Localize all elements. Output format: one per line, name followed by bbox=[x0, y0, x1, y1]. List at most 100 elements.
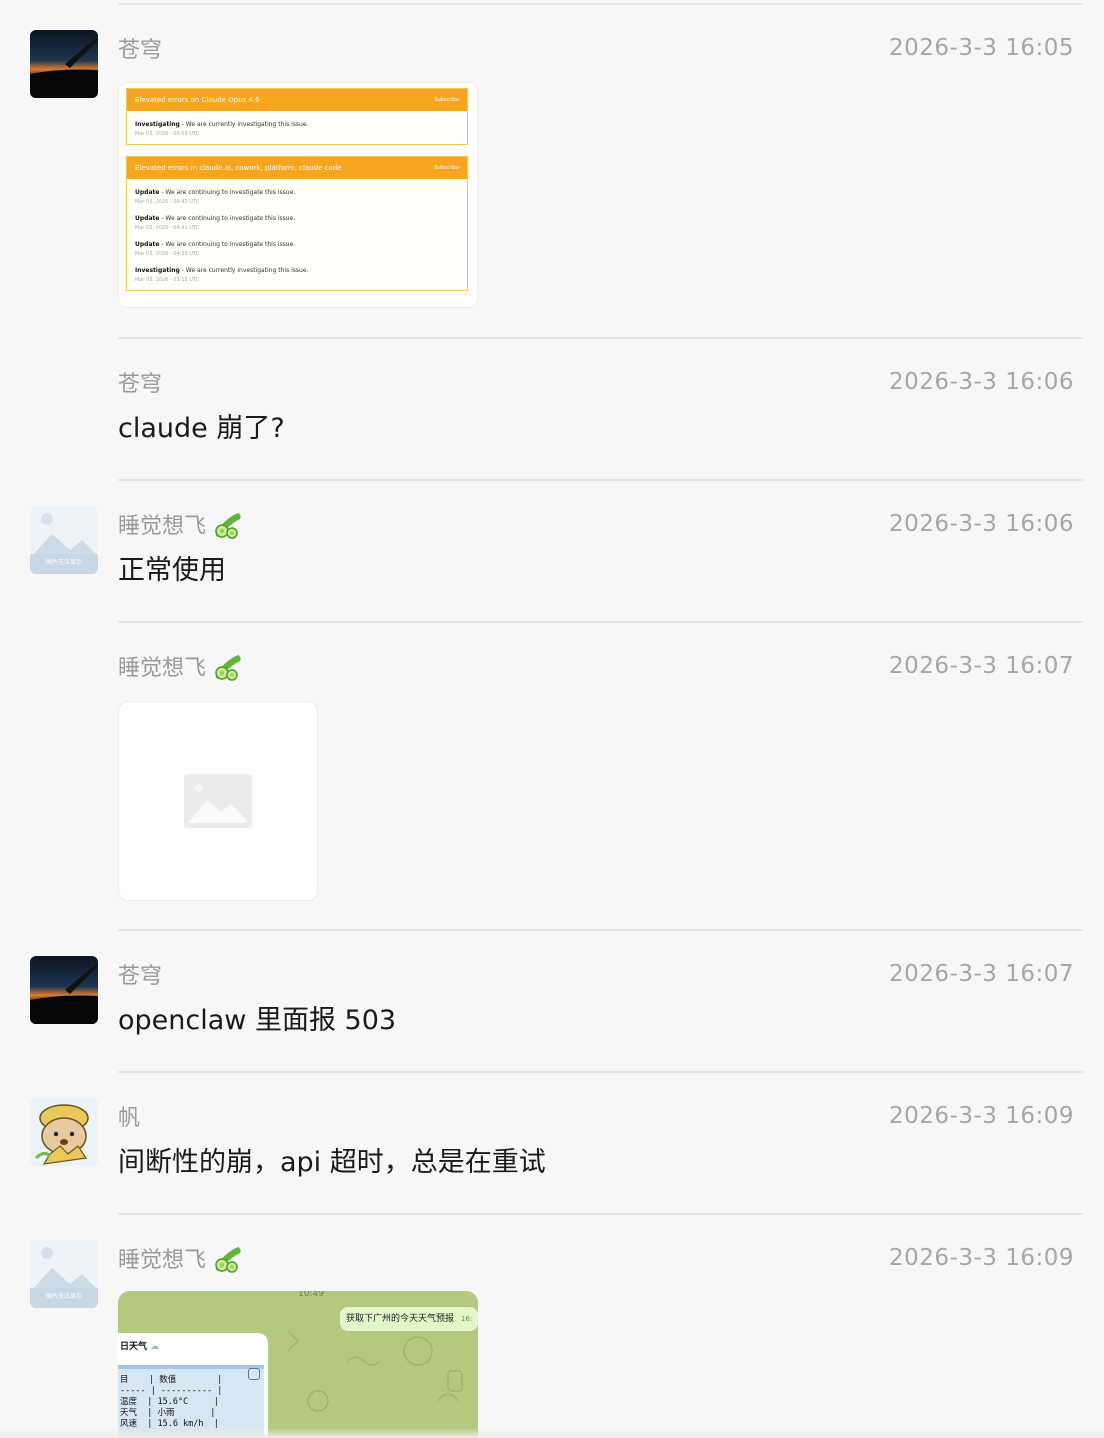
sunset-avatar-image bbox=[30, 956, 98, 1024]
incident-update: Update - We are continuing to investigat… bbox=[135, 214, 459, 232]
placeholder-caption: 图片无法显示 bbox=[46, 558, 82, 566]
incident-date: Mar 03, 2026 - 04:39 UTC bbox=[135, 251, 200, 257]
sender-name: 苍穹 bbox=[118, 958, 162, 990]
message-timestamp: 2026-3-3 16:05 bbox=[889, 35, 1074, 61]
message-divider bbox=[118, 621, 1083, 623]
incident-update-line: Update - We are continuing to investigat… bbox=[135, 214, 459, 224]
sender-name-text: 睡觉想飞 bbox=[118, 1248, 207, 1273]
table-rule: ----- | ---------- | bbox=[120, 1386, 223, 1396]
incident-card-1: Elevated errors on Claude Opus 4.6 Subsc… bbox=[126, 88, 468, 145]
incident-status: Investigating bbox=[135, 267, 180, 274]
incident-date: Mar 03, 2026 - 06:59 UTC bbox=[135, 131, 200, 137]
incident-update-line: Investigating - We are currently investi… bbox=[135, 120, 459, 130]
incident-update: Investigating - We are currently investi… bbox=[135, 120, 459, 138]
incident-date: Mar 03, 2026 - 03:15 UTC bbox=[135, 277, 200, 283]
image-placeholder-icon: 图片无法显示 bbox=[30, 1240, 98, 1308]
incident-update: Investigating - We are currently investi… bbox=[135, 266, 459, 284]
message-timestamp: 2026-3-3 16:06 bbox=[889, 369, 1074, 395]
message-timestamp: 2026-3-3 16:09 bbox=[889, 1103, 1074, 1129]
subscribe-link: Subscribe bbox=[434, 97, 459, 103]
avatar-cangqiong[interactable] bbox=[30, 956, 98, 1024]
incident-status: Update bbox=[135, 189, 160, 196]
avatar-placeholder[interactable]: 图片无法显示 bbox=[30, 506, 98, 574]
sunset-avatar-image bbox=[30, 30, 98, 98]
avatar-placeholder[interactable]: 图片无法显示 bbox=[30, 1240, 98, 1308]
incident-update-line: Update - We are continuing to investigat… bbox=[135, 188, 459, 198]
sender-name: 苍穹 bbox=[118, 366, 162, 398]
incident-header: Elevated errors in claude.ai, cowork, pl… bbox=[127, 157, 467, 179]
bottom-fade bbox=[0, 1428, 1104, 1438]
image-attachment-placeholder[interactable] bbox=[118, 701, 318, 901]
table-header: 目 | 数值 | bbox=[120, 1375, 223, 1385]
sender-name: 帆 bbox=[118, 1100, 140, 1132]
message-divider bbox=[118, 337, 1083, 339]
message-timestamp: 2026-3-3 16:07 bbox=[889, 961, 1074, 987]
incident-body: Update - We are continuing to investigat… bbox=[127, 179, 467, 290]
image-placeholder-icon: 图片无法显示 bbox=[30, 506, 98, 574]
message-divider bbox=[118, 1213, 1083, 1215]
weather-screenshot-image[interactable]: 10:49 获取下广州的今天天气预报 16: 日天气 ☁ 目 | 数值 | ---… bbox=[118, 1291, 478, 1438]
message-divider bbox=[118, 3, 1083, 5]
bubble-text: 获取下广州的今天天气预报 bbox=[346, 1314, 455, 1324]
message-text[interactable]: claude 崩了? bbox=[118, 409, 285, 449]
cucumber-icon bbox=[215, 655, 241, 681]
incident-card-2: Elevated errors in claude.ai, cowork, pl… bbox=[126, 156, 468, 291]
incident-header: Elevated errors on Claude Opus 4.6 Subsc… bbox=[127, 89, 467, 111]
sender-name: 苍穹 bbox=[118, 32, 162, 64]
screenshot-clock: 10:49 bbox=[298, 1291, 324, 1299]
weather-card-title: 日天气 ☁ bbox=[120, 1339, 159, 1352]
incident-update: Update - We are continuing to investigat… bbox=[135, 240, 459, 258]
sender-name: 睡觉想飞 bbox=[118, 508, 244, 540]
message-divider bbox=[118, 1071, 1083, 1073]
avatar-cangqiong[interactable] bbox=[30, 30, 98, 98]
sender-name-text: 睡觉想飞 bbox=[118, 656, 207, 681]
incident-body: Investigating - We are currently investi… bbox=[127, 111, 467, 144]
message-timestamp: 2026-3-3 16:06 bbox=[889, 511, 1074, 537]
cucumber-icon bbox=[215, 513, 241, 539]
bubble-time: 16: bbox=[460, 1315, 473, 1323]
incident-text: - We are currently investigating this is… bbox=[179, 121, 309, 128]
message-timestamp: 2026-3-3 16:07 bbox=[889, 653, 1074, 679]
cloud-icon: ☁ bbox=[150, 1342, 160, 1352]
sender-name-text: 苍穹 bbox=[118, 964, 163, 989]
table-row: 温度 | 15.6°C | bbox=[120, 1397, 219, 1407]
cucumber-icon bbox=[215, 1247, 241, 1273]
message-text[interactable]: 正常使用 bbox=[118, 551, 226, 591]
chat-message-list[interactable]: 苍穹 2026-3-3 16:05 Elevated errors on Cla… bbox=[0, 0, 1104, 1438]
incident-update-line: Update - We are continuing to investigat… bbox=[135, 240, 459, 250]
table-row: 天气 | 小雨 | bbox=[120, 1408, 216, 1418]
status-screenshot-image[interactable]: Elevated errors on Claude Opus 4.6 Subsc… bbox=[118, 82, 478, 308]
incident-date: Mar 03, 2026 - 06:43 UTC bbox=[135, 199, 200, 205]
avatar-fan[interactable] bbox=[30, 1098, 98, 1166]
incident-title: Elevated errors in claude.ai, cowork, pl… bbox=[135, 164, 342, 172]
placeholder-caption: 图片无法显示 bbox=[46, 1292, 82, 1300]
broken-image-icon bbox=[184, 774, 252, 828]
copy-code-icon bbox=[248, 1368, 260, 1380]
sender-name-text: 睡觉想飞 bbox=[118, 514, 207, 539]
incident-text: - We are currently investigating this is… bbox=[179, 267, 309, 274]
sender-name-text: 苍穹 bbox=[118, 38, 163, 63]
message-text[interactable]: 间断性的崩，api 超时，总是在重试 bbox=[118, 1143, 546, 1183]
incident-status: Update bbox=[135, 241, 160, 248]
message-timestamp: 2026-3-3 16:09 bbox=[889, 1245, 1074, 1271]
incident-text: - We are continuing to investigate this … bbox=[159, 189, 296, 196]
incident-date: Mar 03, 2026 - 04:41 UTC bbox=[135, 225, 200, 231]
cartoon-dog-avatar-image bbox=[30, 1098, 98, 1166]
sender-name: 睡觉想飞 bbox=[118, 650, 244, 682]
subscribe-link: Subscribe bbox=[434, 165, 459, 171]
sender-name: 睡觉想飞 bbox=[118, 1242, 244, 1274]
incident-status: Investigating bbox=[135, 121, 180, 128]
sender-name-text: 苍穹 bbox=[118, 372, 163, 397]
incident-text: - We are continuing to investigate this … bbox=[159, 241, 296, 248]
weather-card-title-text: 日天气 bbox=[120, 1342, 148, 1352]
incident-update: Update - We are continuing to investigat… bbox=[135, 188, 459, 206]
message-divider bbox=[118, 929, 1083, 931]
incoming-weather-card: 日天气 ☁ 目 | 数值 | ----- | ---------- | 温度 | 1… bbox=[118, 1333, 268, 1438]
incident-update-line: Investigating - We are currently investi… bbox=[135, 266, 459, 276]
incident-status: Update bbox=[135, 215, 160, 222]
sender-name-text: 帆 bbox=[118, 1106, 141, 1131]
incident-title: Elevated errors on Claude Opus 4.6 bbox=[135, 96, 260, 104]
message-text[interactable]: openclaw 里面报 503 bbox=[118, 1001, 396, 1041]
outgoing-bubble: 获取下广州的今天天气预报 16: bbox=[340, 1307, 478, 1331]
incident-text: - We are continuing to investigate this … bbox=[159, 215, 296, 222]
